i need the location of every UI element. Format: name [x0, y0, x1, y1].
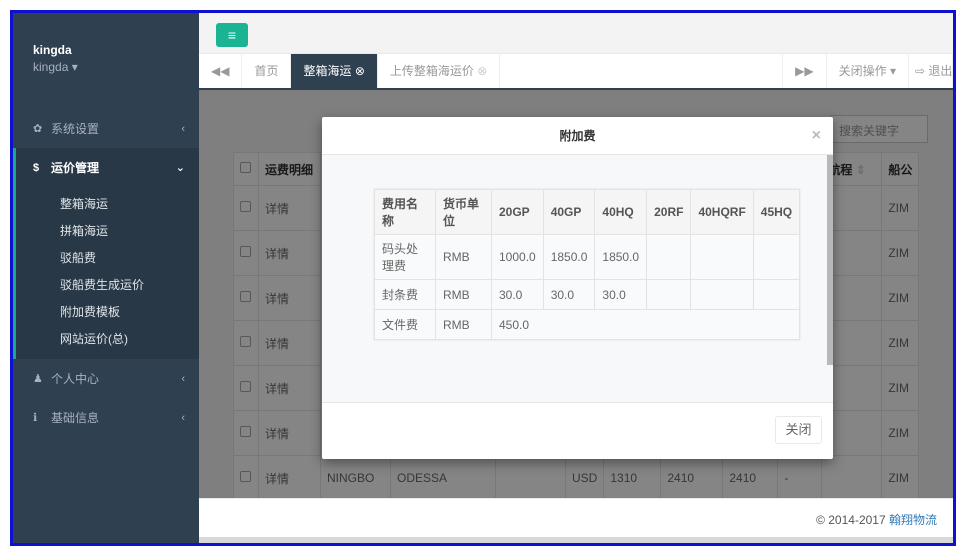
cell: 1850.0	[594, 234, 648, 280]
submenu-item[interactable]: 拼箱海运	[16, 218, 199, 245]
column-header: 40HQ	[594, 189, 648, 235]
tab-scroll-right-button[interactable]: ▶▶	[782, 54, 827, 88]
sidebar-item-personal-center[interactable]: ♟ 个人中心 ‹	[13, 359, 199, 398]
cell: 450.0	[490, 309, 801, 340]
close-button[interactable]: 关闭	[775, 416, 822, 444]
tab-scroll-left-button[interactable]: ◀◀	[199, 54, 243, 88]
cell: 1000.0	[491, 234, 544, 280]
tab-home[interactable]: 首页	[242, 54, 292, 88]
cell: RMB	[435, 279, 492, 310]
table-row: 码头处理费 RMB 1000.0 1850.0 1850.0	[374, 234, 801, 280]
sidebar-item-price-management[interactable]: $ 运价管理 ⌄	[13, 148, 199, 187]
cell: 封条费	[374, 279, 436, 310]
tab-label: 整箱海运	[303, 64, 352, 78]
column-header: 40HQRF	[690, 189, 754, 235]
chevron-down-icon: ⌄	[175, 162, 185, 174]
close-operations-label: 关闭操作	[838, 64, 887, 78]
surcharge-table: 费用名称 货币单位 20GP 40GP 40HQ 20RF 40HQRF 45H…	[374, 189, 801, 340]
sidebar: kingda kingda ▾ ✿ 系统设置 ‹ $ 运价管理 ⌄ 整箱海运 拼箱海运 …	[13, 13, 199, 543]
column-header: 40GP	[542, 189, 596, 235]
close-icon[interactable]: ×	[812, 117, 821, 155]
tab-upload-fcl-price[interactable]: 上传整箱海运价 ⊗	[378, 54, 501, 88]
chevron-left-icon: ‹	[181, 372, 185, 385]
submenu-item[interactable]: 驳船费	[16, 245, 199, 272]
submenu-item[interactable]: 附加费模板	[16, 299, 199, 326]
logout-button[interactable]: ⇨ 退出	[909, 54, 953, 88]
cell	[690, 279, 754, 310]
cell: 30.0	[491, 279, 544, 310]
gear-icon: ✿	[33, 123, 43, 135]
double-chevron-left-icon: ◀◀	[211, 64, 230, 78]
submenu-item[interactable]: 整箱海运	[16, 191, 199, 218]
cell: 码头处理费	[374, 234, 436, 280]
cell: 30.0	[594, 279, 648, 310]
close-circle-icon[interactable]: ⊗	[477, 64, 487, 78]
company-link[interactable]: 翰翔物流	[889, 513, 937, 527]
submenu-item[interactable]: 驳船费生成运价	[16, 272, 199, 299]
top-header: ≡	[199, 13, 953, 54]
table-row: 封条费 RMB 30.0 30.0 30.0	[374, 279, 801, 310]
cell: 30.0	[542, 279, 596, 310]
sidebar-item-label: 系统设置	[51, 122, 100, 136]
tab-bar: ◀◀ 首页 整箱海运 ⊗ 上传整箱海运价 ⊗ ▶▶ 关闭操作 ▾ ⇨ 退出	[199, 54, 953, 90]
tab-label: 上传整箱海运价	[389, 64, 474, 78]
sidebar-item-system-settings[interactable]: ✿ 系统设置 ‹	[13, 109, 199, 148]
app-window: kingda kingda ▾ ✿ 系统设置 ‹ $ 运价管理 ⌄ 整箱海运 拼箱海运 …	[10, 10, 956, 546]
sidebar-item-label: 运价管理	[51, 161, 100, 175]
submenu-item[interactable]: 网站运价(总)	[16, 326, 199, 353]
surcharge-modal: 附加费 × 费用名称 货币单位 20GP 40GP 40HQ 20RF 40HQR…	[322, 117, 833, 459]
copyright-text: © 2014-2017	[816, 513, 886, 527]
submenu: 整箱海运 拼箱海运 驳船费 驳船费生成运价 附加费模板 网站运价(总)	[13, 187, 199, 359]
cell	[690, 234, 754, 280]
sidebar-item-label: 个人中心	[51, 372, 100, 386]
footer: © 2014-2017 翰翔物流	[199, 498, 953, 540]
close-operations-dropdown[interactable]: 关闭操作 ▾	[827, 54, 909, 88]
modal-scrollbar[interactable]	[827, 155, 833, 365]
column-header: 20GP	[491, 189, 544, 235]
horizontal-scrollbar[interactable]	[199, 537, 953, 543]
dollar-icon: $	[33, 161, 40, 174]
cell	[646, 234, 692, 280]
cell	[646, 279, 692, 310]
cell	[752, 279, 801, 310]
cell: RMB	[435, 234, 492, 280]
tab-fcl-shipping[interactable]: 整箱海运 ⊗	[291, 54, 378, 88]
user-icon: ♟	[33, 373, 43, 385]
sign-out-icon: ⇨	[915, 64, 926, 78]
hamburger-icon: ≡	[227, 27, 237, 43]
double-chevron-right-icon: ▶▶	[795, 64, 814, 78]
cell: 1850.0	[542, 234, 596, 280]
table-header-row: 费用名称 货币单位 20GP 40GP 40HQ 20RF 40HQRF 45H…	[374, 189, 801, 235]
logout-label: 退出	[928, 64, 953, 78]
sidebar-item-label: 基础信息	[51, 411, 100, 425]
user-role: kingda	[33, 60, 69, 74]
close-circle-icon[interactable]: ⊗	[355, 64, 365, 78]
column-header: 费用名称	[374, 189, 436, 235]
cell: 文件费	[374, 309, 436, 340]
user-name: kingda	[33, 43, 72, 57]
table-row: 文件费 RMB 450.0	[374, 309, 801, 340]
column-header: 20RF	[646, 189, 692, 235]
sidebar-item-basic-info[interactable]: ℹ 基础信息 ‹	[13, 398, 199, 437]
user-role-dropdown[interactable]: kingda ▾	[33, 60, 78, 74]
chevron-left-icon: ‹	[181, 122, 185, 135]
tab-label: 首页	[254, 64, 279, 78]
info-icon: ℹ	[33, 412, 38, 424]
chevron-left-icon: ‹	[181, 411, 185, 424]
cell	[752, 234, 801, 280]
column-header: 45HQ	[752, 189, 801, 235]
user-profile[interactable]: kingda kingda ▾	[33, 43, 78, 74]
modal-title: 附加费	[559, 129, 596, 143]
column-header: 货币单位	[435, 189, 492, 235]
menu-toggle-button[interactable]: ≡	[216, 23, 248, 47]
cell: RMB	[435, 309, 492, 340]
